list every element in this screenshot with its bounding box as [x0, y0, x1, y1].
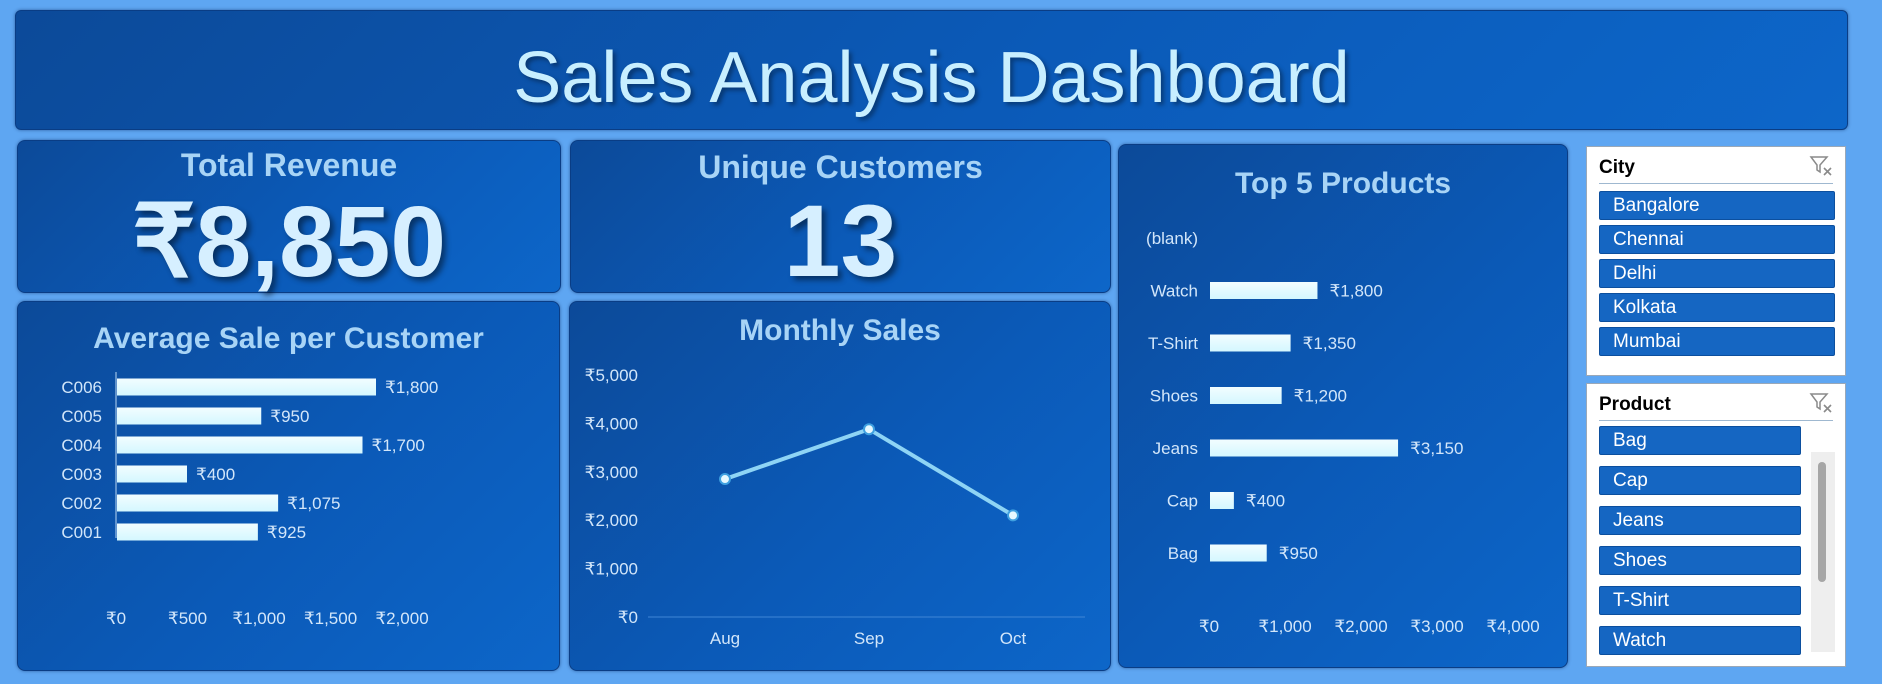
- avg-sale-category-label: C001: [61, 523, 102, 542]
- avg-sale-data-label: ₹1,700: [372, 436, 425, 455]
- monthly-sales-y-tick: ₹1,000: [585, 560, 638, 579]
- monthly-sales-chart-panel: Monthly Sales ₹0 ₹1,000 ₹2,000 ₹3,000 ₹4,000…: [569, 301, 1111, 671]
- top5-bar: [1210, 544, 1267, 562]
- avg-sale-category-label: C004: [61, 436, 102, 455]
- top5-data-label: ₹950: [1279, 544, 1318, 563]
- top5-category-label: Bag: [1168, 544, 1198, 563]
- product-slicer[interactable]: Product Bag Cap Jeans Shoes T-Shirt Watc…: [1586, 383, 1846, 667]
- top5-bar: [1210, 439, 1399, 457]
- kpi-unique-customers-label: Unique Customers: [698, 149, 983, 185]
- top5-category-label: Cap: [1167, 492, 1198, 511]
- avg-sale-x-tick: ₹1,000: [232, 609, 285, 628]
- avg-sale-category-label: C003: [61, 465, 102, 484]
- kpi-unique-customers-card: Unique Customers 13: [570, 140, 1111, 298]
- kpi-total-revenue-card: Total Revenue ₹8,850: [17, 140, 561, 298]
- dashboard-title: Sales Analysis Dashboard: [513, 38, 1350, 118]
- monthly-sales-x-tick: Oct: [1000, 629, 1027, 648]
- top5-x-tick: ₹2,000: [1334, 617, 1387, 636]
- avg-sale-category-label: C006: [61, 378, 102, 397]
- top5-category-label: Shoes: [1150, 387, 1198, 406]
- top5-data-label: ₹1,800: [1329, 282, 1382, 301]
- top5-category-label: (blank): [1146, 229, 1198, 248]
- product-slicer-item-jeans[interactable]: Jeans: [1599, 506, 1801, 535]
- clear-filter-icon[interactable]: [1809, 392, 1833, 414]
- monthly-sales-chart: ₹0 ₹1,000 ₹2,000 ₹3,000 ₹4,000 ₹5,000 Aug Sep Oc…: [585, 366, 1085, 648]
- monthly-sales-y-tick: ₹2,000: [585, 511, 638, 530]
- top5-category-label: T-Shirt: [1148, 334, 1198, 353]
- monthly-sales-point: [863, 423, 875, 436]
- top5-bar: [1210, 282, 1318, 299]
- city-slicer[interactable]: City Bangalore Chennai Delhi Kolkata Mum…: [1586, 146, 1846, 376]
- city-slicer-item-bangalore[interactable]: Bangalore: [1599, 191, 1835, 220]
- top5-products-chart: (blank) Watch ₹1,800 T-Shirt ₹1,350 Shoes ₹1,2…: [1146, 229, 1540, 636]
- avg-sale-bar: [117, 378, 376, 396]
- avg-sale-data-label: ₹950: [270, 407, 309, 426]
- monthly-sales-y-tick: ₹4,000: [585, 414, 638, 433]
- monthly-sales-y-tick: ₹3,000: [585, 463, 638, 482]
- top5-data-label: ₹400: [1246, 492, 1285, 511]
- top5-data-label: ₹1,350: [1303, 334, 1356, 353]
- city-slicer-header: City: [1599, 157, 1635, 178]
- top5-x-tick: ₹1,000: [1258, 617, 1311, 636]
- city-slicer-divider: [1599, 183, 1833, 184]
- product-slicer-divider: [1599, 420, 1833, 421]
- avg-sale-bar: [117, 407, 262, 425]
- avg-sale-x-tick: ₹0: [106, 609, 126, 628]
- product-slicer-scrollbar[interactable]: [1811, 452, 1835, 652]
- top5-data-label: ₹3,150: [1410, 439, 1463, 458]
- city-slicer-item-delhi[interactable]: Delhi: [1599, 259, 1835, 288]
- product-slicer-scrollbar-thumb[interactable]: [1818, 462, 1826, 582]
- clear-filter-icon[interactable]: [1809, 155, 1833, 177]
- monthly-sales-point: [719, 473, 731, 486]
- city-slicer-item-kolkata[interactable]: Kolkata: [1599, 293, 1835, 322]
- avg-sale-bar: [117, 436, 363, 454]
- product-slicer-item-watch[interactable]: Watch: [1599, 626, 1801, 655]
- city-slicer-item-chennai[interactable]: Chennai: [1599, 225, 1835, 254]
- avg-sale-data-label: ₹1,075: [287, 494, 340, 513]
- monthly-sales-point: [1007, 509, 1019, 522]
- avg-sale-x-tick: ₹500: [168, 609, 207, 628]
- kpi-total-revenue-label: Total Revenue: [180, 147, 398, 183]
- avg-sale-category-label: C002: [61, 494, 102, 513]
- avg-sale-chart: C006 ₹1,800 C005 ₹950 C004 ₹1,700 C003 ₹400 C002…: [61, 372, 438, 628]
- avg-sale-data-label: ₹1,800: [385, 378, 438, 397]
- monthly-sales-line: [724, 427, 1015, 518]
- avg-sale-bar: [117, 465, 187, 483]
- top5-category-label: Jeans: [1153, 439, 1198, 458]
- monthly-sales-y-tick: ₹5,000: [585, 366, 638, 385]
- top5-category-label: Watch: [1150, 282, 1198, 301]
- top5-x-tick: ₹4,000: [1486, 617, 1539, 636]
- kpi-unique-customers-value: 13: [783, 184, 898, 298]
- top5-data-label: ₹1,200: [1294, 387, 1347, 406]
- avg-sale-bar: [117, 494, 279, 512]
- top5-products-chart-panel: Top 5 Products (blank) Watch ₹1,800 T-Shirt…: [1118, 144, 1568, 668]
- city-slicer-item-mumbai[interactable]: Mumbai: [1599, 327, 1835, 356]
- top5-bar: [1210, 387, 1282, 404]
- top5-bar: [1210, 334, 1291, 352]
- avg-sale-chart-panel: Average Sale per Customer C006 ₹1,800 C005…: [17, 301, 560, 671]
- kpi-total-revenue-value: ₹8,850: [132, 186, 446, 298]
- product-slicer-item-bag[interactable]: Bag: [1599, 426, 1801, 455]
- avg-sale-bar: [117, 523, 258, 541]
- monthly-sales-y-tick: ₹0: [618, 608, 638, 627]
- avg-sale-x-tick: ₹2,000: [375, 609, 428, 628]
- top5-x-tick: ₹0: [1199, 617, 1219, 636]
- top5-x-tick: ₹3,000: [1410, 617, 1463, 636]
- avg-sale-data-label: ₹400: [196, 465, 235, 484]
- monthly-sales-x-tick: Aug: [710, 629, 740, 648]
- dashboard-header: Sales Analysis Dashboard: [15, 10, 1848, 130]
- product-slicer-item-t-shirt[interactable]: T-Shirt: [1599, 586, 1801, 615]
- product-slicer-item-cap[interactable]: Cap: [1599, 466, 1801, 495]
- avg-sale-x-tick: ₹1,500: [304, 609, 357, 628]
- top5-bar: [1210, 492, 1234, 509]
- product-slicer-list: Bag Cap Jeans Shoes T-Shirt Watch: [1587, 424, 1845, 666]
- product-slicer-item-shoes[interactable]: Shoes: [1599, 546, 1801, 575]
- avg-sale-data-label: ₹925: [267, 523, 306, 542]
- monthly-sales-x-tick: Sep: [854, 629, 884, 648]
- avg-sale-category-label: C005: [61, 407, 102, 426]
- product-slicer-header: Product: [1599, 394, 1671, 415]
